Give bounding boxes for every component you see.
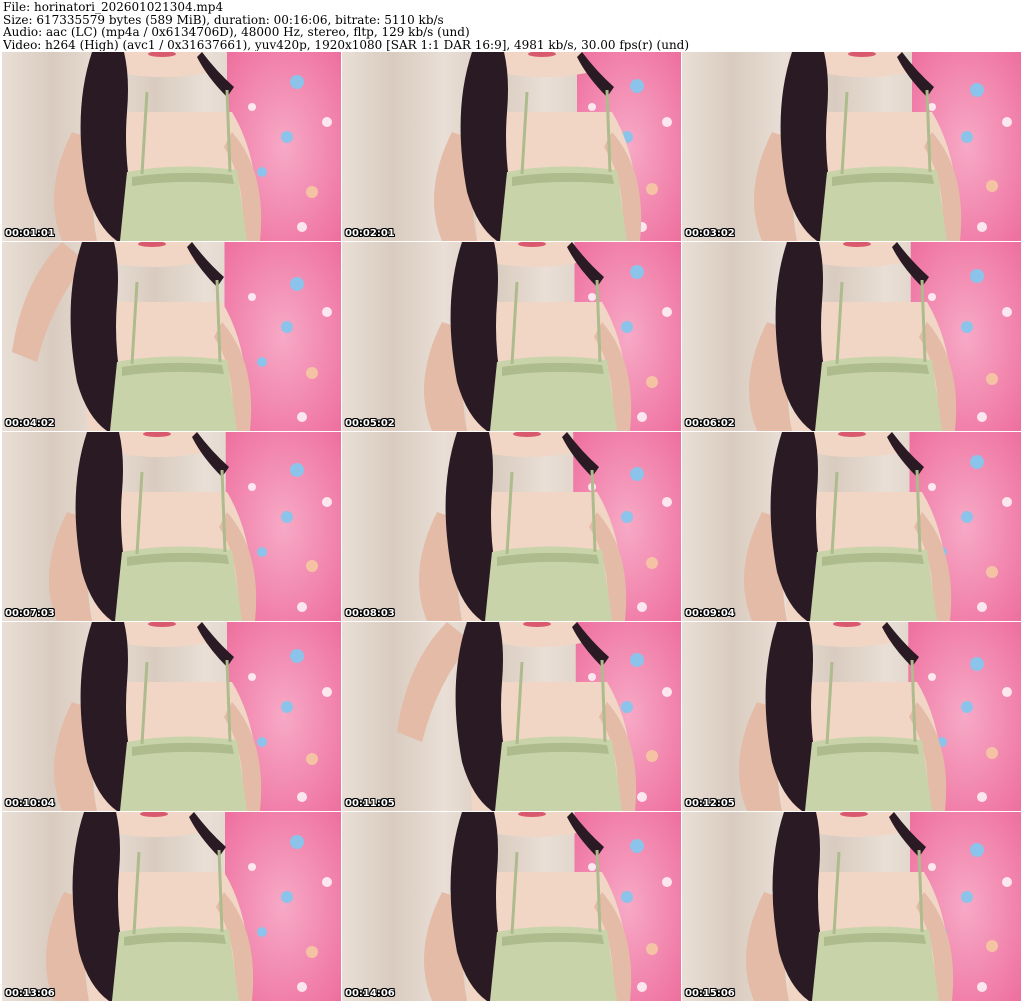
video-frame-thumbnail: 00:12:05 xyxy=(682,622,1021,811)
frame-timestamp: 00:14:06 xyxy=(345,988,395,999)
video-frame-thumbnail: 00:05:02 xyxy=(342,242,681,431)
video-frame-thumbnail: 00:02:01 xyxy=(342,52,681,241)
file-size-line: Size: 617335579 bytes (589 MiB), duratio… xyxy=(3,13,444,26)
frame-image xyxy=(342,242,681,431)
frame-timestamp: 00:08:03 xyxy=(345,608,395,619)
video-frame-thumbnail: 00:14:06 xyxy=(342,812,681,1001)
video-frame-thumbnail: 00:15:06 xyxy=(682,812,1021,1001)
frame-timestamp: 00:07:03 xyxy=(5,608,55,619)
frame-image xyxy=(342,432,681,621)
frame-image xyxy=(2,52,341,241)
frame-image xyxy=(342,812,681,1001)
frame-image xyxy=(682,242,1021,431)
video-frame-thumbnail: 00:03:02 xyxy=(682,52,1021,241)
frame-timestamp: 00:11:05 xyxy=(345,798,395,809)
frame-image xyxy=(682,812,1021,1001)
frame-image xyxy=(2,622,341,811)
frame-image xyxy=(2,432,341,621)
video-frame-thumbnail: 00:08:03 xyxy=(342,432,681,621)
file-name-line: File: horinatori_202601021304.mp4 xyxy=(3,1,224,14)
video-frame-thumbnail: 00:07:03 xyxy=(2,432,341,621)
frame-timestamp: 00:13:06 xyxy=(5,988,55,999)
frame-timestamp: 00:12:05 xyxy=(685,798,735,809)
frame-timestamp: 00:09:04 xyxy=(685,608,735,619)
video-frame-thumbnail: 00:10:04 xyxy=(2,622,341,811)
frame-timestamp: 00:04:02 xyxy=(5,418,55,429)
video-info-line: Video: h264 (High) (avc1 / 0x31637661), … xyxy=(3,38,690,51)
frame-image xyxy=(682,52,1021,241)
frame-timestamp: 00:06:02 xyxy=(685,418,735,429)
frame-timestamp: 00:10:04 xyxy=(5,798,55,809)
thumbnail-grid: 00:01:01 00:02:01 00:03:02 00:04:02 00:0… xyxy=(2,52,1022,1002)
frame-image xyxy=(2,242,341,431)
frame-timestamp: 00:02:01 xyxy=(345,228,395,239)
frame-timestamp: 00:03:02 xyxy=(685,228,735,239)
frame-image xyxy=(682,622,1021,811)
frame-timestamp: 00:01:01 xyxy=(5,228,55,239)
frame-image xyxy=(682,432,1021,621)
video-frame-thumbnail: 00:13:06 xyxy=(2,812,341,1001)
video-frame-thumbnail: 00:09:04 xyxy=(682,432,1021,621)
video-frame-thumbnail: 00:04:02 xyxy=(2,242,341,431)
frame-timestamp: 00:05:02 xyxy=(345,418,395,429)
video-frame-thumbnail: 00:01:01 xyxy=(2,52,341,241)
frame-image xyxy=(2,812,341,1001)
audio-info-line: Audio: aac (LC) (mp4a / 0x6134706D), 480… xyxy=(3,26,470,39)
video-frame-thumbnail: 00:11:05 xyxy=(342,622,681,811)
video-frame-thumbnail: 00:06:02 xyxy=(682,242,1021,431)
frame-image xyxy=(342,52,681,241)
frame-image xyxy=(342,622,681,811)
frame-timestamp: 00:15:06 xyxy=(685,988,735,999)
file-info-header: File: horinatori_202601021304.mp4 Size: … xyxy=(3,1,1021,51)
